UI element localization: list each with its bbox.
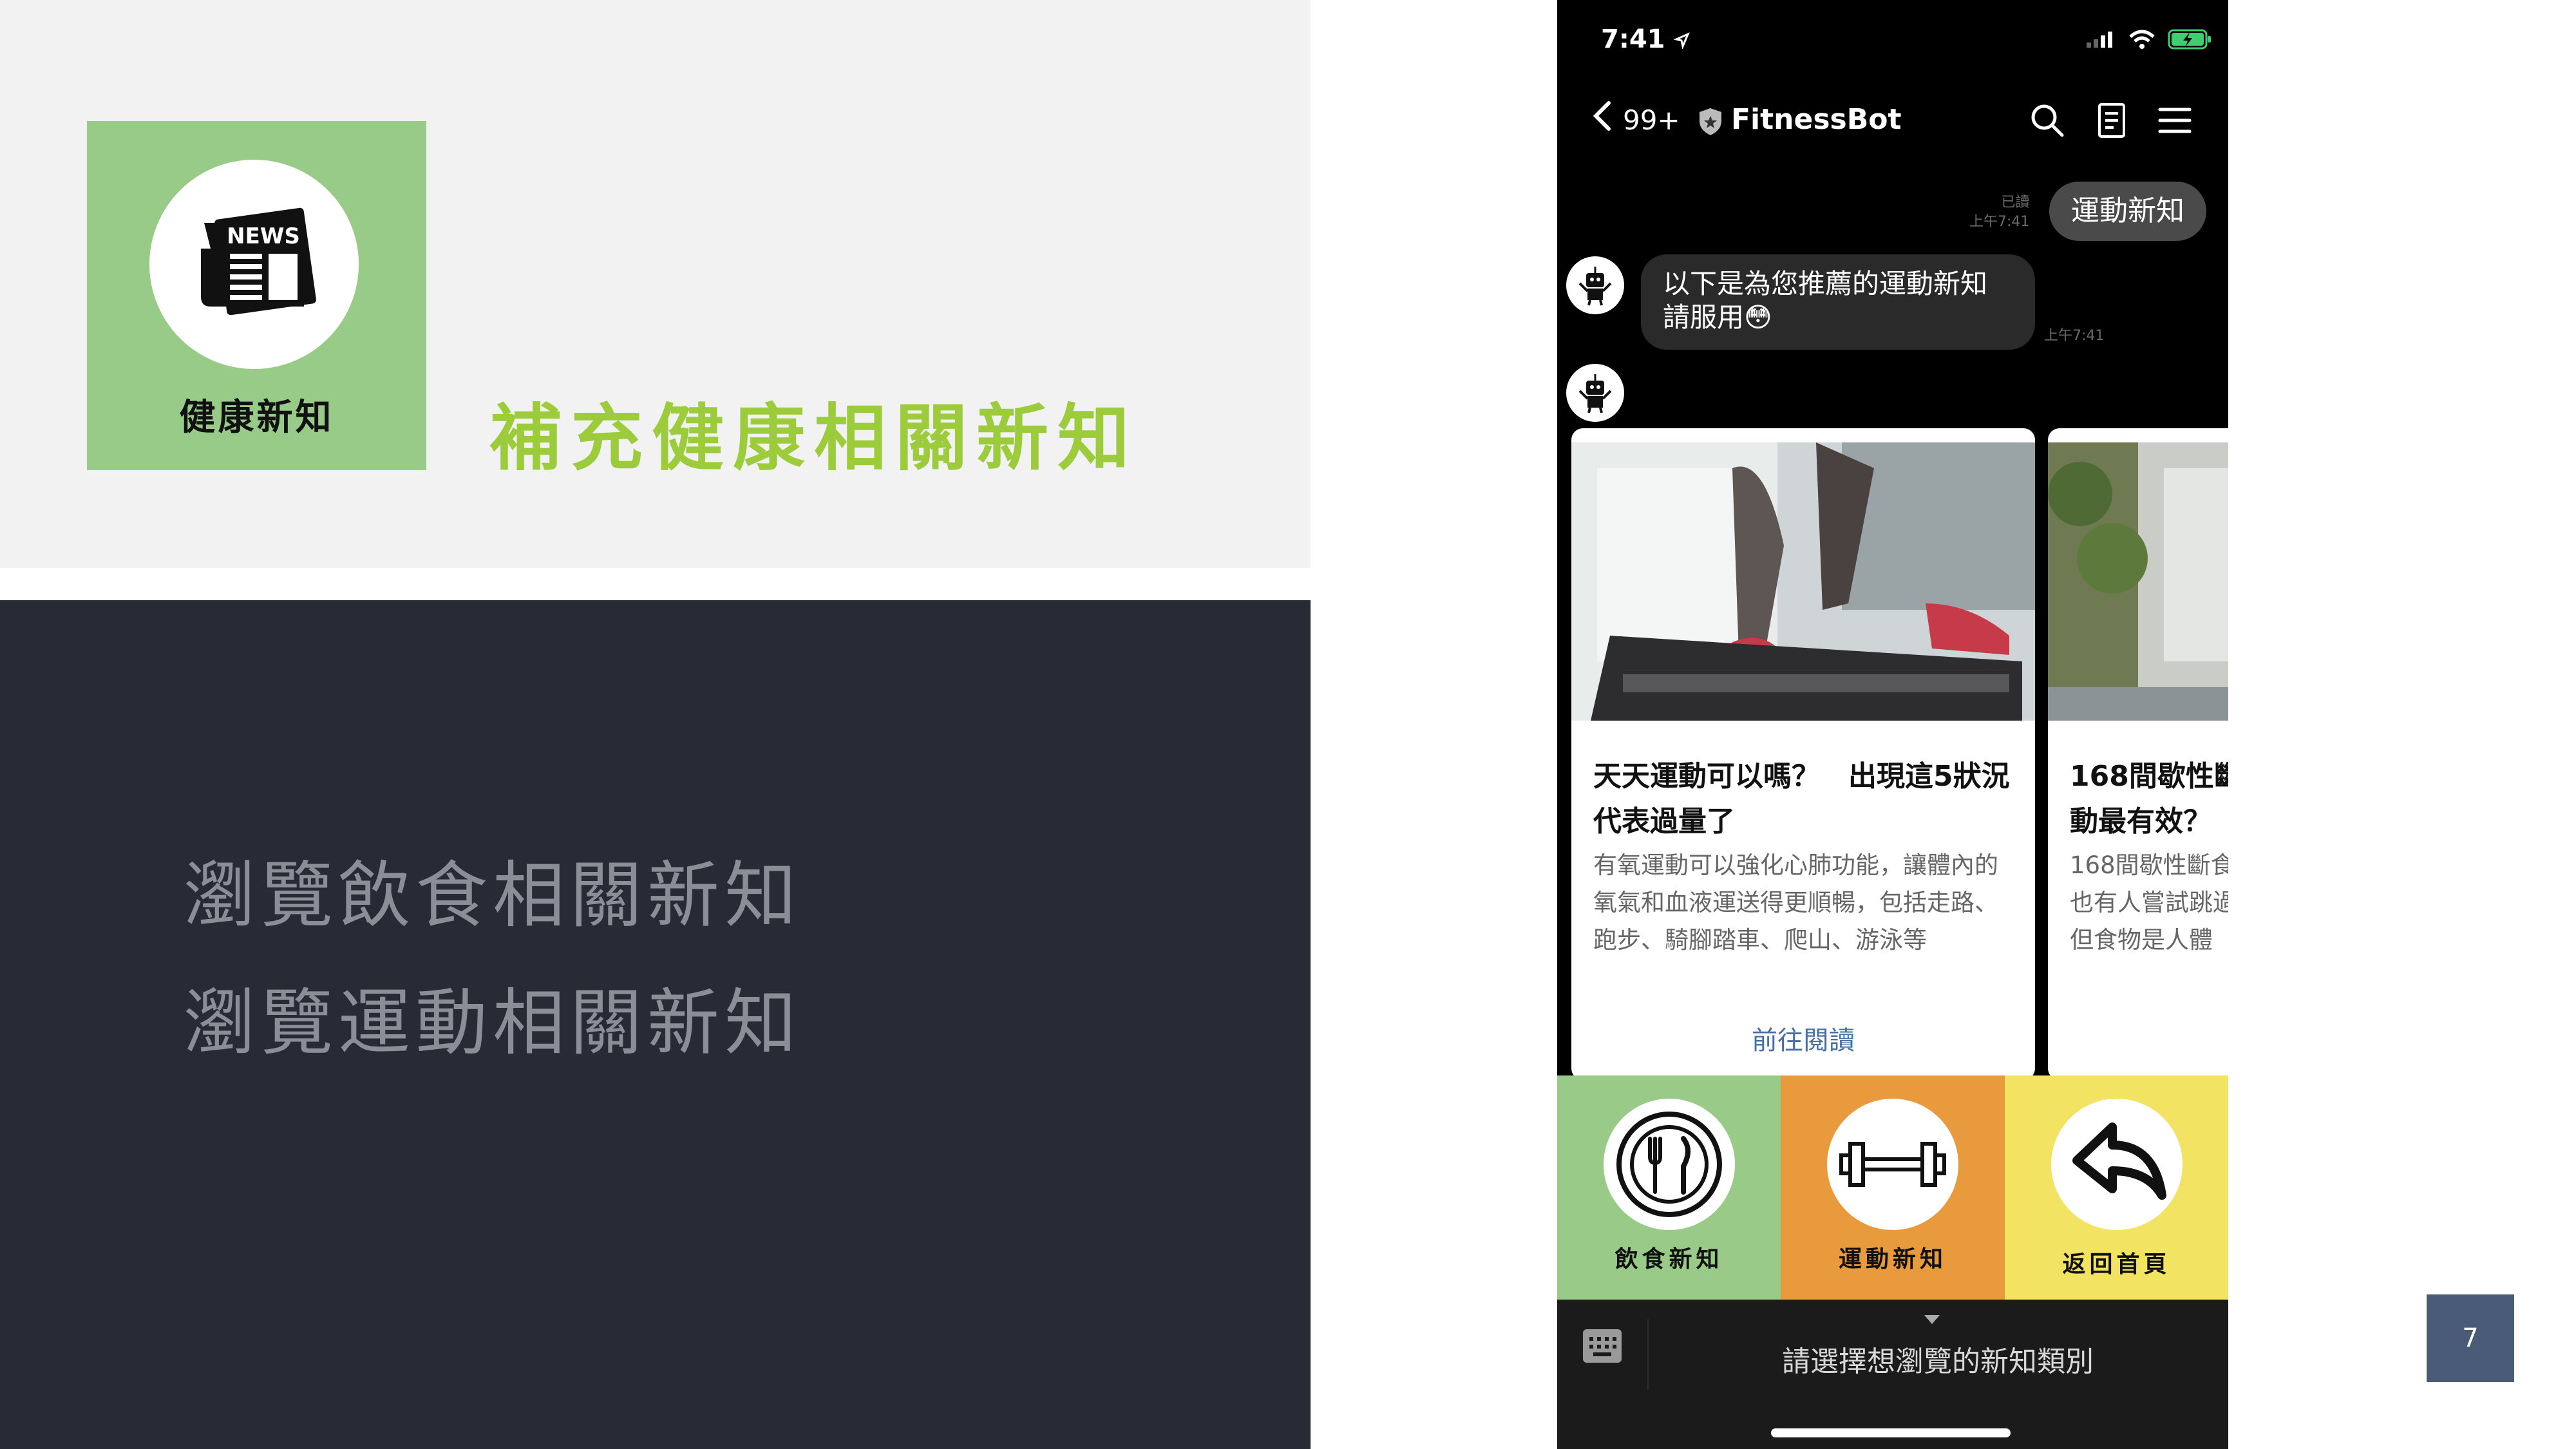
rich-menu-label: 飲食新知	[1615, 1246, 1723, 1273]
wifi-icon	[2129, 30, 2155, 49]
home-indicator	[1771, 1428, 2011, 1437]
slide-title: 補充健康相關新知	[489, 397, 1139, 480]
status-time: 7:41	[1601, 24, 1690, 54]
diet-news-button[interactable]: 飲食新知	[1557, 1075, 1781, 1300]
read-more-link[interactable]: 前往閱讀	[1571, 1019, 2035, 1057]
news-icon-circle: NEWS	[149, 160, 359, 369]
robot-avatar-icon	[1578, 267, 1612, 306]
menu-toggle-caret-icon[interactable]	[1924, 1315, 1940, 1324]
newspaper-icon: NEWS	[201, 207, 316, 316]
verified-shield-icon	[1700, 108, 1721, 135]
back-home-button[interactable]: 返回首頁	[2005, 1075, 2228, 1300]
rich-menu-label: 運動新知	[1838, 1246, 1947, 1273]
article-summary: 有氧運動可以強化心肺功能，讓體內的氧氣和血液運送得更順暢，包括走路、跑步、騎腳踏…	[1593, 851, 1998, 954]
fork-knife-plate-icon	[1616, 1112, 1722, 1217]
chat-nav-bar: 99+ FitnessBot	[1557, 90, 2228, 148]
exercise-news-button[interactable]: 運動新知	[1781, 1075, 2005, 1300]
bot-avatar[interactable]	[1566, 364, 1624, 422]
article-card[interactable]: 天天運動可以嗎？ 出現這5狀況代表過量了 有氧運動可以強化心肺功能，讓體內的氧氣…	[1571, 428, 2035, 1080]
bot-message-bubble: 以下是為您推薦的運動新知 請服用😳	[1641, 254, 2035, 350]
article-title: 天天運動可以嗎？ 出現這5狀況代表過量了	[1593, 760, 2010, 838]
menu-icon[interactable]	[2156, 102, 2193, 139]
article-image-plants	[2048, 442, 2228, 721]
keyboard-icon[interactable]	[1582, 1327, 1623, 1365]
chat-bottom-bar: 請選擇想瀏覽的新知類別	[1557, 1300, 2228, 1449]
search-icon[interactable]	[2029, 102, 2066, 139]
page-number: 7	[2427, 1294, 2514, 1382]
phone-screenshot: 7:41 99+ FitnessBot 已讀 上午7:41 運動新知 以下是為您…	[1557, 0, 2228, 1449]
bullet-diet-news: 瀏覽飲食相關新知	[184, 854, 802, 938]
health-news-tile: NEWS 健康新知	[87, 121, 426, 470]
rich-menu-icon-circle	[1827, 1099, 1958, 1230]
user-message-bubble: 運動新知	[2049, 182, 2206, 241]
article-summary: 168間歇性斷食 也有人嘗試跳過 但食物是人體	[2070, 851, 2228, 954]
article-image-treadmill	[1571, 442, 2035, 721]
rich-menu-icon-circle	[2050, 1099, 2183, 1230]
tile-label: 健康新知	[179, 397, 334, 439]
dumbbell-icon	[1839, 1142, 1946, 1187]
notes-icon[interactable]	[2096, 102, 2128, 139]
news-icon-text: NEWS	[227, 223, 300, 249]
rich-menu-icon-circle	[1603, 1099, 1735, 1230]
robot-avatar-icon	[1578, 374, 1612, 413]
bullet-exercise-news: 瀏覽運動相關新知	[184, 981, 802, 1065]
slide: NEWS 健康新知 補充健康相關新知 瀏覽飲食相關新知 瀏覽運動相關新知 7:4…	[0, 0, 2576, 1449]
status-icons	[2085, 28, 2213, 50]
chat-title: FitnessBot	[1731, 103, 1902, 136]
location-arrow-icon	[1673, 32, 1690, 50]
signal-icon	[2087, 32, 2112, 48]
rich-menu: 飲食新知 運動新知 返回首頁	[1557, 1075, 2228, 1300]
back-button[interactable]	[1591, 99, 1614, 140]
read-receipt: 已讀 上午7:41	[1969, 194, 2030, 230]
chevron-left-icon	[1593, 101, 1611, 131]
rich-menu-toggle-label[interactable]: 請選擇想瀏覽的新知類別	[1647, 1338, 2228, 1379]
battery-charging-icon	[2168, 29, 2211, 50]
article-card[interactable]: 168間歇性斷 動最有效？ 168間歇性斷食 也有人嘗試跳過 但食物是人體	[2048, 428, 2228, 1080]
bot-message-time: 上午7:41	[2044, 328, 2105, 344]
bot-avatar[interactable]	[1566, 256, 1624, 314]
return-arrow-icon	[2072, 1122, 2166, 1200]
rich-menu-label: 返回首頁	[2062, 1251, 2171, 1278]
header-panel: NEWS 健康新知 補充健康相關新知	[0, 0, 1311, 568]
article-title: 168間歇性斷 動最有效？	[2070, 760, 2228, 838]
unread-count[interactable]: 99+	[1623, 104, 1680, 136]
